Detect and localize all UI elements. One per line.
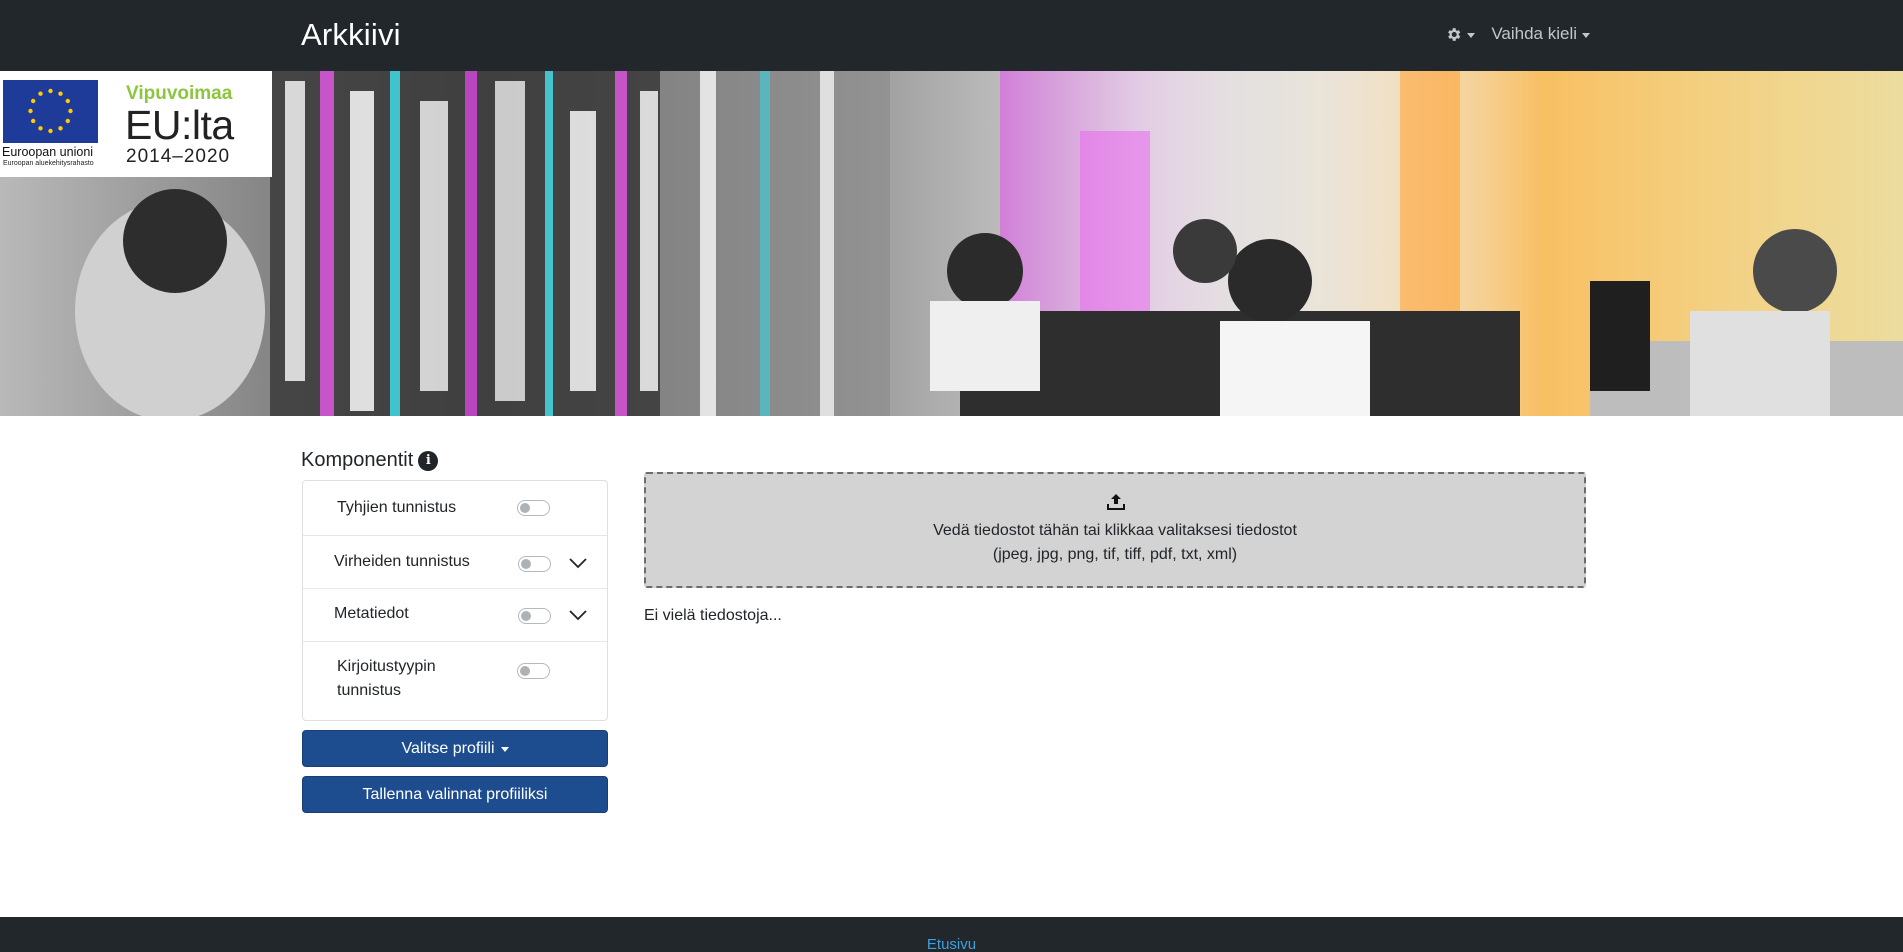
upload-icon: [1107, 494, 1125, 510]
component-label: Metatiedot: [334, 605, 409, 622]
select-profile-button[interactable]: Valitse profiili: [302, 730, 608, 767]
component-row-metadata[interactable]: Metatiedot: [303, 589, 607, 642]
top-navbar: Arkkiivi Vaihda kieli: [0, 0, 1903, 71]
chevron-down-icon[interactable]: [568, 557, 588, 569]
eu-lta-label: EU:lta: [125, 102, 234, 148]
file-dropzone[interactable]: Vedä tiedostot tähän tai klikkaa valitak…: [644, 472, 1586, 588]
chevron-down-icon: [1582, 32, 1590, 38]
eu-logo-box: Euroopan unioni Euroopan aluekehitysraha…: [0, 71, 272, 177]
language-label: Vaihda kieli: [1491, 24, 1577, 43]
components-panel: Tyhjien tunnistus Virheiden tunnistus Me…: [302, 480, 608, 721]
toggle-script-detection[interactable]: [517, 663, 550, 679]
banner-photo: [0, 71, 1903, 416]
language-dropdown[interactable]: Vaihda kieli: [1491, 24, 1590, 44]
component-row-script-detection: Kirjoitustyypin tunnistus: [303, 642, 607, 720]
navbar-right: Vaihda kieli: [1445, 24, 1590, 44]
dropzone-file-types: (jpeg, jpg, png, tif, tiff, pdf, txt, xm…: [992, 546, 1238, 563]
footer: Etusivu: [0, 917, 1903, 952]
footer-home-link[interactable]: Etusivu: [0, 936, 1903, 952]
chevron-down-icon[interactable]: [568, 609, 588, 621]
no-files-text: Ei vielä tiedostoja...: [644, 607, 782, 624]
hero-banner: Euroopan unioni Euroopan aluekehitysraha…: [0, 71, 1903, 416]
toggle-empty-detection[interactable]: [517, 500, 550, 516]
components-title-text: Komponentit: [301, 449, 414, 471]
components-title: Komponentit i: [301, 449, 439, 472]
toggle-metadata[interactable]: [518, 608, 551, 624]
component-row-empty-detection: Tyhjien tunnistus: [303, 481, 607, 536]
info-icon[interactable]: i: [418, 450, 439, 471]
chevron-down-icon: [1467, 32, 1476, 38]
toggle-error-detection[interactable]: [518, 556, 551, 572]
eu-flag-icon: [3, 80, 98, 143]
select-profile-label: Valitse profiili: [401, 739, 495, 757]
eu-label: Euroopan unioni: [2, 145, 94, 159]
eu-sub-label: Euroopan aluekehitysrahasto: [3, 160, 94, 167]
component-label: Kirjoitustyypin tunnistus: [337, 658, 436, 699]
settings-dropdown[interactable]: [1445, 26, 1476, 43]
period-label: 2014–2020: [126, 146, 231, 167]
component-label: Virheiden tunnistus: [334, 553, 470, 570]
component-row-error-detection[interactable]: Virheiden tunnistus: [303, 536, 607, 589]
gear-icon: [1448, 27, 1461, 41]
dropzone-instructions: Vedä tiedostot tähän tai klikkaa valitak…: [933, 522, 1297, 539]
save-profile-button[interactable]: Tallenna valinnat profiiliksi: [302, 776, 608, 813]
component-label: Tyhjien tunnistus: [337, 499, 457, 516]
chevron-down-icon: [500, 747, 509, 752]
brand-title[interactable]: Arkkiivi: [301, 17, 401, 53]
